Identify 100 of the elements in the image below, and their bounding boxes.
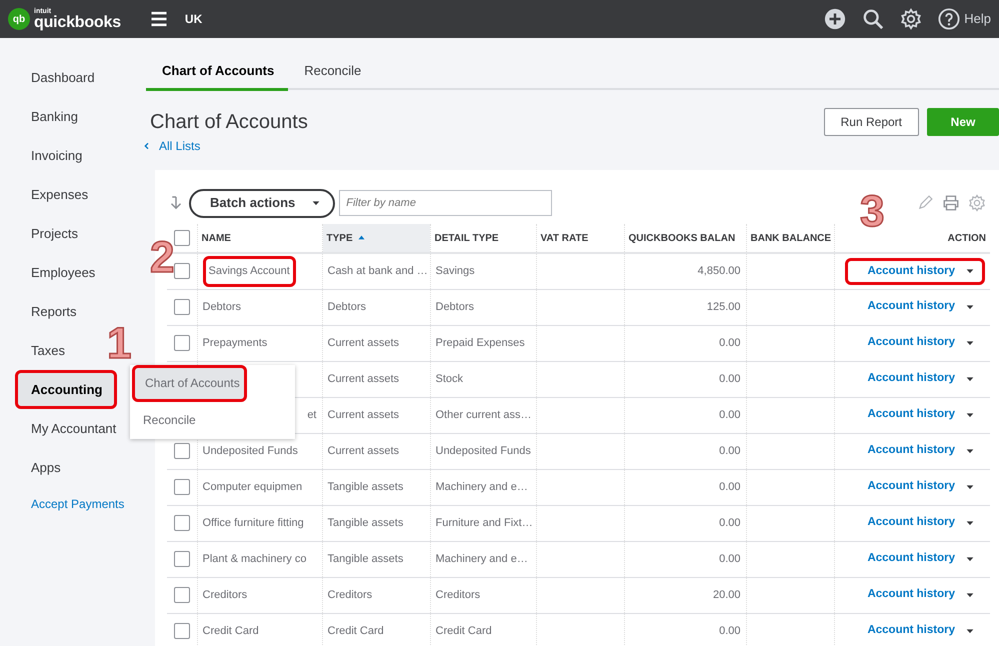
account-name[interactable]: Credit Card: [202, 624, 259, 637]
balance-amount: 0.00: [719, 516, 740, 529]
chevron-left-icon: [143, 142, 151, 150]
checkbox[interactable]: [174, 479, 190, 495]
menu-item[interactable]: Reconcile: [130, 402, 295, 439]
account-history-link[interactable]: Account history: [867, 406, 955, 424]
menu-item[interactable]: Chart of Accounts: [132, 365, 247, 402]
checkbox[interactable]: [174, 443, 190, 459]
sidebar-item[interactable]: Apps: [0, 448, 61, 487]
sidebar-item[interactable]: Expenses: [0, 175, 88, 214]
account-type: Current assets: [328, 336, 400, 349]
column-header[interactable]: NAME: [202, 232, 231, 244]
account-type: Creditors: [328, 588, 372, 601]
sidebar-item[interactable]: Accept Payments: [0, 487, 124, 521]
checkbox[interactable]: [174, 335, 190, 351]
column-header[interactable]: VAT RATE: [540, 232, 588, 244]
tab[interactable]: Reconcile: [288, 54, 376, 91]
logo-mark: qb: [8, 8, 30, 30]
sidebar-item[interactable]: Reports: [0, 292, 77, 331]
checkbox[interactable]: [174, 230, 190, 246]
checkbox[interactable]: [174, 587, 190, 603]
detail-type: Creditors: [436, 588, 480, 601]
new-button[interactable]: New: [927, 108, 999, 136]
column-header[interactable]: DETAIL TYPE: [434, 232, 499, 244]
balance-amount: 0.00: [719, 444, 740, 457]
page-title: Chart of Accounts: [150, 110, 308, 134]
tab[interactable]: Chart of Accounts: [146, 54, 288, 91]
balance-amount: 125.00: [706, 300, 740, 313]
checkbox[interactable]: [174, 623, 190, 639]
sidebar-item[interactable]: Accounting: [15, 370, 116, 409]
balance-amount: 0.00: [719, 336, 740, 349]
account-type: Credit Card: [328, 624, 384, 637]
help-icon[interactable]: [938, 8, 960, 30]
column-header[interactable]: QUICKBOOKS BALAN: [628, 232, 736, 244]
detail-type: Machinery and e…: [436, 480, 528, 493]
column-header[interactable]: TYPE: [326, 232, 353, 244]
print-icon[interactable]: [942, 194, 960, 212]
region-label[interactable]: UK: [184, 10, 202, 28]
checkbox[interactable]: [174, 551, 190, 567]
sidebar-item[interactable]: Invoicing: [0, 136, 82, 175]
sidebar-item[interactable]: Employees: [0, 253, 96, 292]
column-header[interactable]: BANK BALANCE: [750, 232, 832, 244]
sidebar-item[interactable]: My Accountant: [0, 409, 116, 448]
checkbox[interactable]: [174, 515, 190, 531]
report-button[interactable]: Run Report: [824, 108, 919, 136]
account-name[interactable]: Savings Account: [202, 256, 296, 286]
sidebar-item[interactable]: Taxes: [0, 331, 65, 370]
menu-icon[interactable]: [148, 9, 169, 29]
account-history-link[interactable]: Account history: [867, 298, 955, 316]
detail-type: Savings: [436, 265, 475, 277]
account-history-link[interactable]: Account history: [867, 370, 955, 388]
sidebar-item[interactable]: Projects: [0, 214, 78, 253]
account-name[interactable]: et: [307, 408, 316, 421]
step-number: 3: [860, 190, 884, 234]
account-history-link[interactable]: Account history: [867, 334, 955, 352]
account-history-link[interactable]: Account history: [867, 478, 955, 496]
step-number: 1: [107, 322, 132, 366]
product-name: quickbooks: [34, 15, 121, 30]
filter-field[interactable]: Filter by name: [339, 190, 552, 216]
add-icon[interactable]: [824, 8, 846, 30]
account-history-link[interactable]: Account history: [867, 442, 955, 460]
detail-type: Undeposited Funds: [436, 444, 531, 457]
search-icon[interactable]: [862, 8, 884, 30]
sidebar-item[interactable]: Dashboard: [0, 58, 95, 97]
detail-type: Other current ass…: [436, 408, 532, 421]
account-name[interactable]: Undeposited Funds: [202, 444, 298, 457]
account-history-link[interactable]: Account history: [867, 622, 955, 640]
account-type: Cash at bank and …: [328, 265, 428, 277]
account-history-link[interactable]: Account history: [867, 514, 955, 532]
account-type: Debtors: [328, 300, 366, 313]
sort-up-icon: [356, 233, 366, 242]
balance-amount: 0.00: [719, 408, 740, 421]
account-name[interactable]: Office furniture fitting: [202, 516, 304, 529]
help-link[interactable]: Help: [964, 9, 991, 29]
balance-amount: 20.00: [712, 588, 740, 601]
checkbox[interactable]: [174, 263, 190, 280]
account-type: Current assets: [328, 408, 400, 421]
checkbox[interactable]: [174, 299, 190, 315]
balance-amount: 0.00: [719, 552, 740, 565]
account-history-link[interactable]: Account history: [867, 550, 955, 568]
balance-amount: 0.00: [719, 480, 740, 493]
back-link[interactable]: All Lists: [143, 137, 200, 155]
sidebar-item[interactable]: Banking: [0, 97, 78, 136]
account-type: Current assets: [328, 372, 400, 385]
account-type: Tangible assets: [328, 552, 404, 565]
detail-type: Furniture and Fixt…: [436, 516, 533, 529]
account-name[interactable]: Debtors: [202, 300, 242, 313]
balance-amount: 4,850.00: [698, 265, 740, 277]
account-history-link[interactable]: Account history: [867, 586, 955, 604]
account-name[interactable]: Prepayments: [202, 336, 268, 349]
account-name[interactable]: Computer equipmen: [202, 480, 302, 493]
step-number: 2: [150, 236, 174, 280]
settings-icon[interactable]: [900, 8, 922, 30]
batch-actions-button[interactable]: Batch actions: [189, 188, 336, 218]
account-type: Tangible assets: [328, 516, 404, 529]
account-history-link[interactable]: Account history: [867, 262, 955, 280]
account-name[interactable]: Plant & machinery co: [202, 552, 306, 565]
column-header[interactable]: ACTION: [948, 233, 986, 244]
detail-type: Debtors: [436, 300, 474, 313]
account-name[interactable]: Creditors: [202, 588, 248, 601]
